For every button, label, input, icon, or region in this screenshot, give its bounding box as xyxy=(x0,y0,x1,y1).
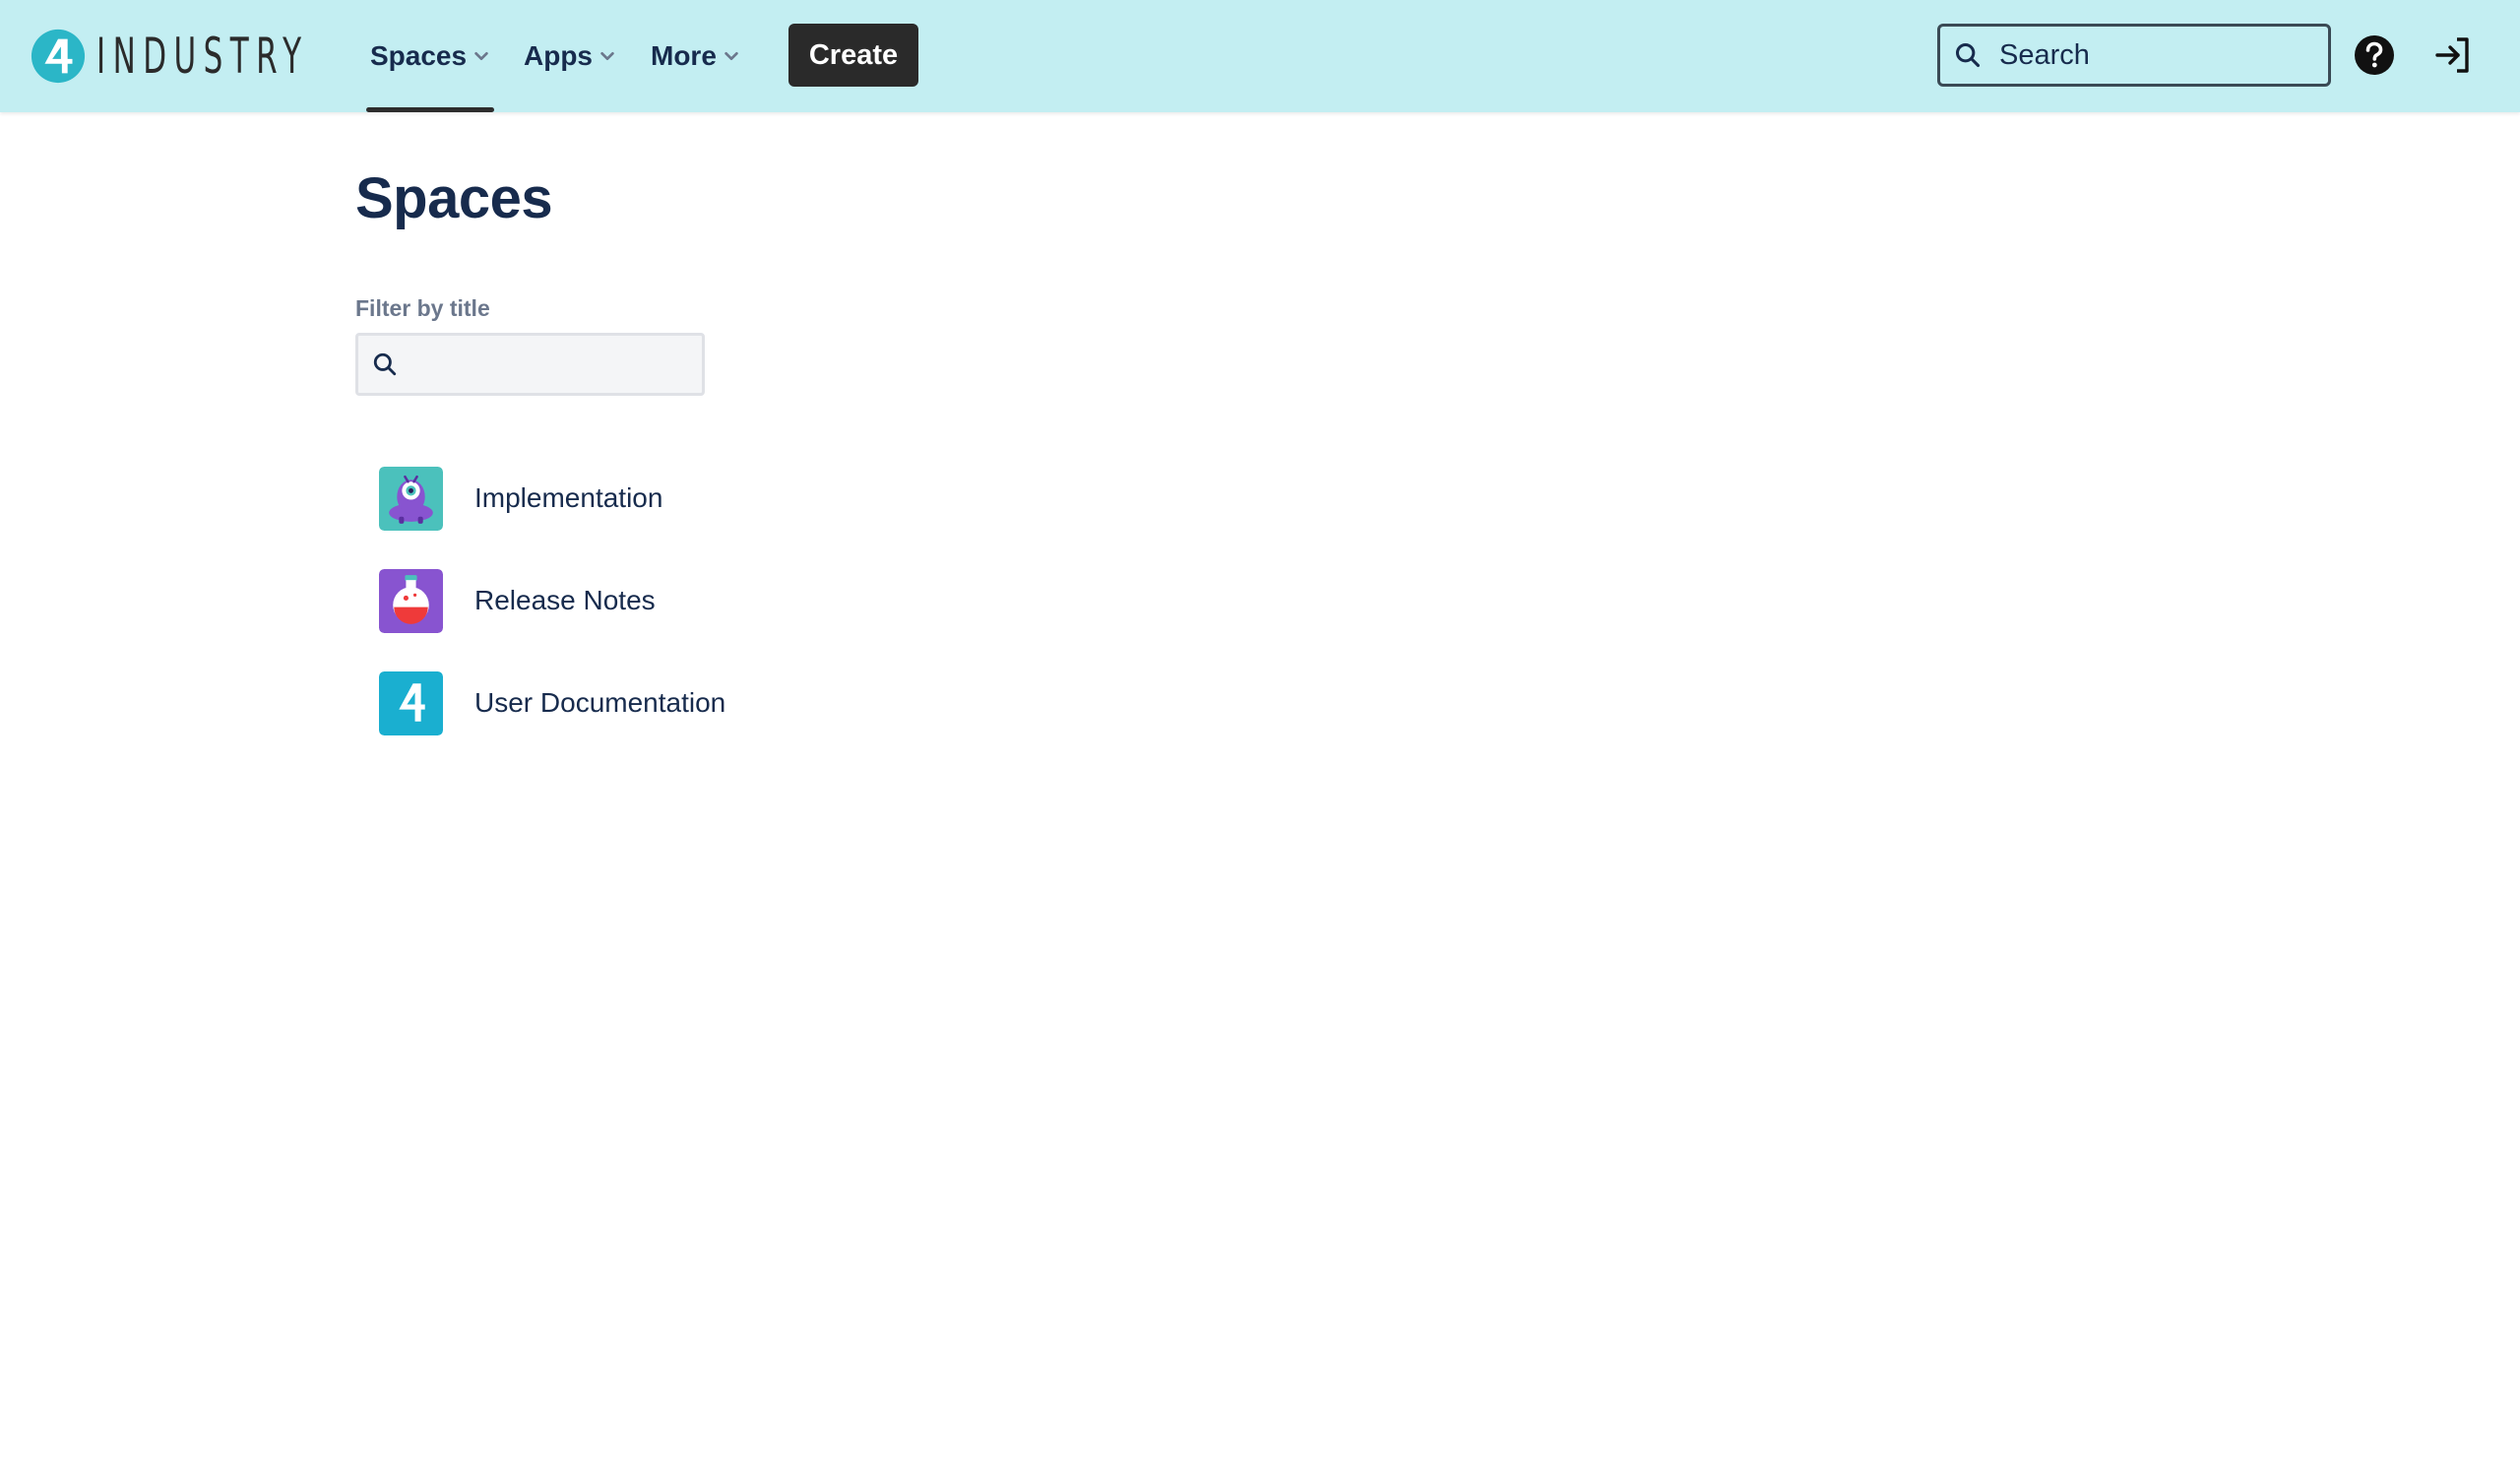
nav-apps-label: Apps xyxy=(524,40,593,71)
create-button[interactable]: Create xyxy=(788,24,918,87)
potion-avatar-icon xyxy=(379,568,443,633)
space-item-release-notes[interactable]: Release Notes xyxy=(379,549,970,652)
chevron-down-icon xyxy=(474,51,488,61)
nav-more-label: More xyxy=(651,40,717,71)
4industry-logo-icon xyxy=(31,29,86,84)
4industry-avatar-icon xyxy=(379,670,443,735)
nav-apps[interactable]: Apps xyxy=(524,0,616,112)
chevron-down-icon xyxy=(600,51,614,61)
page-title: Spaces xyxy=(355,166,553,230)
chevron-down-icon xyxy=(724,51,738,61)
space-name: User Documentation xyxy=(474,687,726,718)
nav-more[interactable]: More xyxy=(651,0,740,112)
nav-spaces-label: Spaces xyxy=(370,40,468,71)
global-search[interactable] xyxy=(1937,24,2331,87)
alien-avatar-icon xyxy=(379,466,443,531)
search-icon xyxy=(1955,42,1981,68)
filter-by-title-field[interactable] xyxy=(355,333,705,396)
top-navigation-bar: INDUSTRY Spaces Apps More Create xyxy=(0,0,2520,112)
login-icon[interactable] xyxy=(2431,33,2475,77)
space-list: Implementation Release Notes User Docume… xyxy=(379,447,970,754)
space-item-user-documentation[interactable]: User Documentation xyxy=(379,652,970,754)
space-item-implementation[interactable]: Implementation xyxy=(379,447,970,549)
space-name: Release Notes xyxy=(474,585,656,615)
filter-input[interactable] xyxy=(408,348,693,381)
nav-spaces[interactable]: Spaces xyxy=(365,0,495,112)
help-icon[interactable] xyxy=(2353,33,2396,77)
search-icon xyxy=(373,352,397,376)
filter-label: Filter by title xyxy=(355,295,490,321)
search-input[interactable] xyxy=(1997,37,2312,73)
logo-text: INDUSTRY xyxy=(96,28,309,85)
space-name: Implementation xyxy=(474,482,663,513)
